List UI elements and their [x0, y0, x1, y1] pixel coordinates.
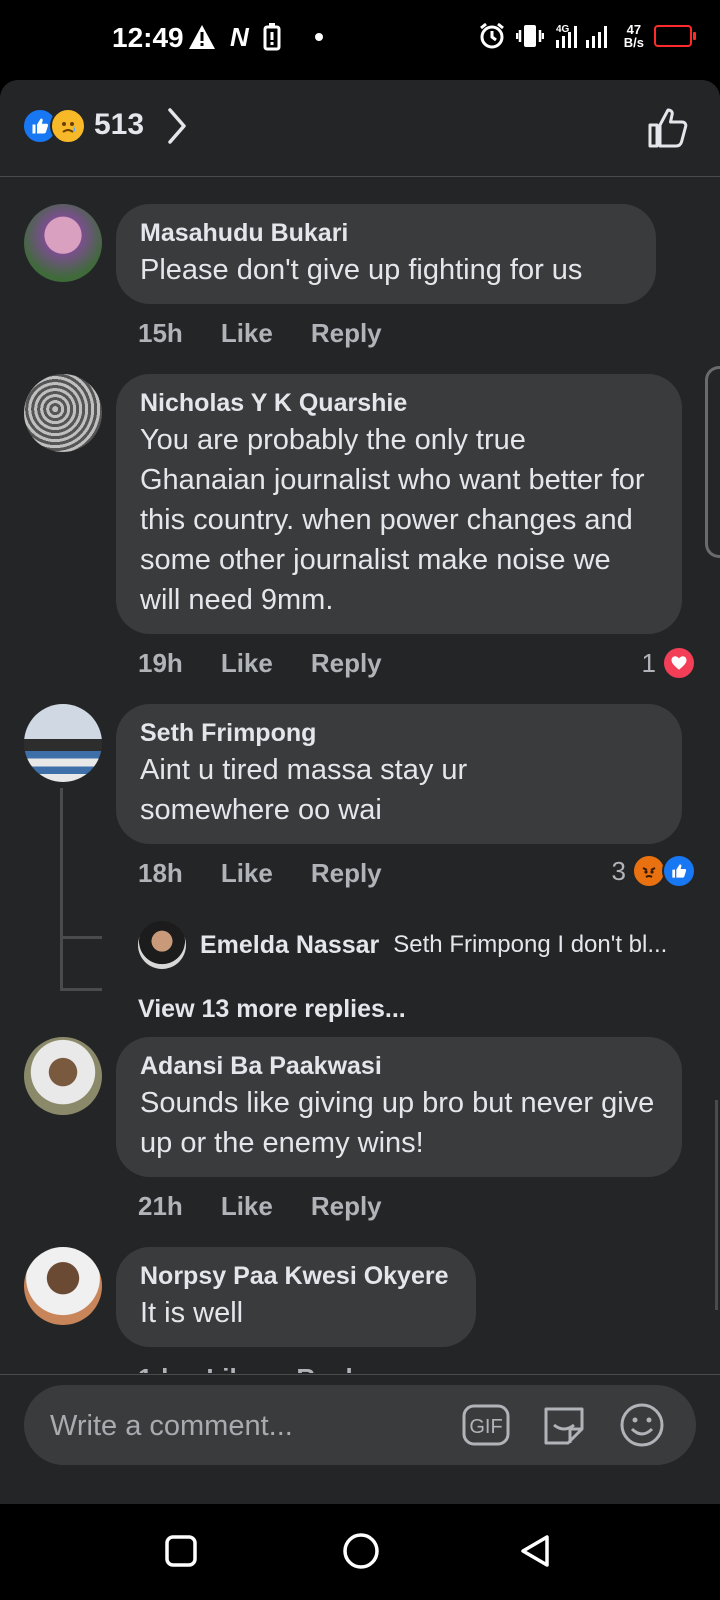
comment-time: 21h [138, 1191, 183, 1221]
gif-label: GIF [469, 1416, 502, 1438]
comment-text: Please don't give up fighting for us [140, 254, 583, 286]
scroll-indicator [705, 366, 720, 558]
signal-icon: 4G [555, 24, 607, 48]
comment-author[interactable]: Seth Frimpong [140, 716, 658, 750]
cutoff-previous-meta [330, 168, 370, 176]
sad-reaction-icon [50, 108, 86, 144]
comment-text: Sounds like giving up bro but never give… [140, 1087, 655, 1159]
comment-author[interactable]: Nicholas Y K Quarshie [140, 386, 658, 420]
comment-author[interactable]: Adansi Ba Paakwasi [140, 1049, 658, 1083]
comment-reactions[interactable]: 3 [612, 854, 696, 888]
reactions-header: 513 [0, 80, 720, 177]
comment-text: You are probably the only true Ghanaian … [140, 424, 645, 616]
comment-time: 15h [138, 318, 183, 348]
like-reaction-icon [662, 854, 696, 888]
back-button[interactable] [510, 1526, 560, 1576]
comment-meta: 15h Like Reply [138, 318, 382, 348]
like-button[interactable]: Like [206, 1363, 258, 1373]
reply-button[interactable]: Reply [311, 1191, 382, 1221]
status-icons-right: 4G 47 B/s [478, 22, 696, 50]
avatar[interactable] [24, 374, 102, 452]
reaction-summary[interactable] [22, 108, 86, 144]
comment-bubble[interactable]: Seth Frimpong Aint u tired massa stay ur… [116, 704, 682, 844]
comment-bubble[interactable]: Nicholas Y K Quarshie You are probably t… [116, 374, 682, 634]
thread-line [60, 788, 63, 988]
status-time: 12:49 [112, 22, 184, 53]
n-app-icon: N [230, 22, 249, 52]
thread-hook [60, 936, 102, 939]
comment-meta: 1d Like Reply [138, 1363, 367, 1373]
view-more-replies-link[interactable]: View 13 more replies... [138, 995, 406, 1024]
avatar[interactable] [24, 204, 102, 282]
comment-reactions[interactable]: 1 [642, 646, 696, 680]
reply-preview[interactable]: Emelda Nassar Seth Frimpong I don't bl..… [138, 920, 698, 970]
battery-saver-icon [263, 23, 281, 51]
net-speed: 47 B/s [624, 23, 644, 49]
comment-meta-clip: 1d Like Reply [0, 1357, 720, 1373]
reply-author[interactable]: Emelda Nassar [200, 931, 379, 960]
vibrate-icon [515, 25, 544, 47]
reply-button[interactable]: Reply [296, 1363, 367, 1373]
thread-hook [60, 988, 102, 991]
comment-composer: GIF [24, 1385, 696, 1467]
recent-apps-button[interactable] [156, 1526, 206, 1576]
comment-author[interactable]: Norpsy Paa Kwesi Okyere [140, 1259, 452, 1293]
net-speed-unit: B/s [623, 35, 644, 50]
home-button[interactable] [336, 1526, 386, 1576]
reply-button[interactable]: Reply [311, 858, 382, 888]
sticker-icon[interactable] [538, 1399, 590, 1451]
comment-time: 18h [138, 858, 183, 888]
emoji-icon[interactable] [616, 1399, 668, 1451]
status-icons-left: N [188, 22, 325, 52]
chevron-right-icon[interactable] [166, 106, 188, 146]
reply-button[interactable]: Reply [311, 318, 382, 348]
comment-bubble[interactable]: Norpsy Paa Kwesi Okyere It is well [116, 1247, 476, 1347]
like-button[interactable]: Like [221, 648, 273, 678]
love-reaction-icon [662, 646, 696, 680]
gif-icon[interactable]: GIF [460, 1399, 512, 1451]
android-nav-bar [0, 1504, 720, 1600]
dot-icon [314, 33, 323, 41]
alarm-icon [479, 22, 504, 49]
comment-composer-bar: GIF [0, 1374, 720, 1505]
reaction-count: 1 [641, 647, 656, 678]
reply-text: Seth Frimpong I don't bl... [393, 931, 668, 958]
scrollbar[interactable] [715, 1100, 718, 1310]
status-bar: 12:49 N 4G 47 B/s [0, 0, 720, 80]
comment-bubble[interactable]: Masahudu Bukari Please don't give up fig… [116, 204, 656, 304]
comment-time: 1d [138, 1363, 168, 1373]
like-button[interactable]: Like [221, 858, 273, 888]
avatar[interactable] [24, 704, 102, 782]
svg-text:4G: 4G [556, 24, 570, 35]
comment-meta: 19h Like Reply [138, 648, 382, 678]
reaction-count: 3 [611, 855, 626, 886]
like-button[interactable]: Like [221, 318, 273, 348]
warning-icon [189, 25, 215, 49]
comment-input[interactable] [48, 1385, 452, 1467]
comment-meta: 18h Like Reply [138, 858, 382, 888]
reaction-count[interactable]: 513 [94, 108, 144, 142]
like-button[interactable]: Like [221, 1191, 273, 1221]
like-thumb-icon[interactable] [646, 106, 690, 150]
comment-time: 19h [138, 648, 183, 678]
comment-text: Aint u tired massa stay ur somewhere oo … [140, 754, 468, 826]
comment-author[interactable]: Masahudu Bukari [140, 216, 632, 250]
reply-button[interactable]: Reply [311, 648, 382, 678]
angry-reaction-icon [632, 854, 666, 888]
avatar[interactable] [24, 1247, 102, 1325]
avatar[interactable] [24, 1037, 102, 1115]
battery-icon [654, 25, 696, 47]
comment-text: It is well [140, 1297, 244, 1329]
comment-bubble[interactable]: Adansi Ba Paakwasi Sounds like giving up… [116, 1037, 682, 1177]
reply-avatar[interactable] [138, 921, 186, 969]
comment-meta: 21h Like Reply [138, 1191, 382, 1221]
